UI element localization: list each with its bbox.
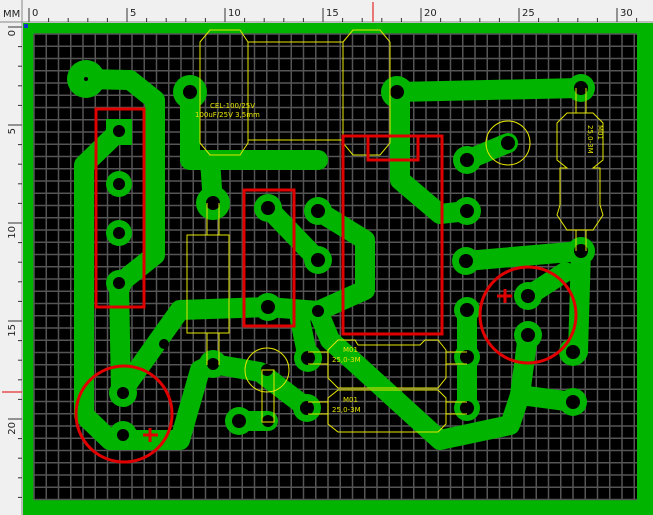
drill-hole — [207, 358, 219, 370]
ruler-x-label: 25 — [522, 8, 535, 19]
pcb-editor: MM 0 5 10 15 20 25 30 0 5 10 15 20 CEL-100/25V 100u… — [0, 0, 653, 515]
drill-hole — [183, 85, 197, 99]
silk-text: 25,0-3M — [332, 406, 361, 414]
origin-marker — [24, 24, 28, 28]
trace[interactable] — [387, 78, 590, 102]
silk-text: 25,0-3M — [332, 356, 361, 364]
ruler-x-label: 20 — [424, 8, 437, 19]
silk-text: M01 — [596, 125, 604, 140]
ruler-x-label: 0 — [32, 8, 38, 19]
drill-hole — [113, 125, 125, 137]
drill-hole — [301, 351, 315, 365]
silk-text: 100uF/25V 3,5mm — [195, 111, 260, 119]
silk-text: CEL-100/25V — [210, 102, 255, 110]
drill-hole — [117, 387, 129, 399]
ruler-y-label: 20 — [7, 422, 18, 435]
drill-hole — [113, 227, 125, 239]
drill-hole — [312, 305, 324, 317]
ruler-y-label: 10 — [7, 226, 18, 239]
drill-hole — [521, 328, 535, 342]
drill-hole — [232, 414, 246, 428]
ruler-y-label: 15 — [7, 324, 18, 337]
drill-hole — [206, 196, 220, 210]
silk-text: 25,0-3M — [586, 125, 594, 154]
drill-hole — [460, 153, 474, 167]
drill-hole — [117, 429, 129, 441]
drill-hole — [501, 136, 515, 150]
ruler-x-label: 30 — [620, 8, 633, 19]
silk-text: M01 — [343, 396, 358, 404]
ruler-x-label: 15 — [326, 8, 339, 19]
silk-text: M01 — [343, 346, 358, 354]
drill-hole — [460, 401, 474, 415]
drill-hole — [459, 254, 473, 268]
drill-hole — [311, 253, 325, 267]
ruler-y-label: 0 — [7, 30, 18, 36]
ruler-x-label: 5 — [130, 8, 136, 19]
drill-hole — [159, 339, 169, 349]
pcb-canvas[interactable]: 0 5 10 15 20 25 30 0 5 10 15 20 CEL-100/25V 100uF/2… — [0, 0, 653, 515]
ruler-x-label: 10 — [228, 8, 241, 19]
drill-hole — [460, 303, 474, 317]
drill-hole — [311, 204, 325, 218]
drill-hole — [521, 289, 535, 303]
drill-hole — [113, 178, 125, 190]
drill-hole — [300, 401, 314, 415]
drill-hole — [113, 277, 125, 289]
drill-hole — [390, 85, 404, 99]
ruler-y-label: 5 — [7, 128, 18, 134]
drill-hole — [262, 415, 274, 427]
drill-hole — [566, 345, 580, 359]
drill-hole — [261, 300, 275, 314]
drill-hole — [261, 201, 275, 215]
drill-hole — [460, 204, 474, 218]
drill-hole — [566, 395, 580, 409]
drill-hole — [84, 77, 88, 81]
